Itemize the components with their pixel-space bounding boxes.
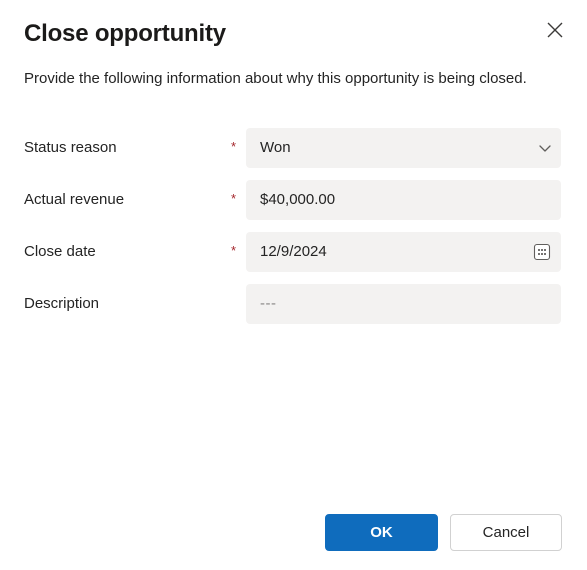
status-reason-label: Status reason	[24, 139, 117, 156]
form-row: Close date * 12/9/2024	[0, 232, 587, 272]
close-icon	[546, 21, 564, 39]
description-label: Description	[24, 295, 100, 312]
dialog-subtitle: Provide the following information about …	[24, 70, 527, 87]
form-row: Status reason * Won	[0, 128, 587, 168]
close-button[interactable]	[539, 14, 571, 46]
close-opportunity-dialog: Close opportunity Provide the following …	[0, 0, 587, 570]
calendar-icon[interactable]	[523, 232, 561, 272]
page-title: Close opportunity	[24, 20, 226, 47]
close-opportunity-form: Status reason * Won Actual revenue * $40…	[0, 128, 587, 336]
required-indicator: *	[231, 243, 237, 258]
cancel-button[interactable]: Cancel	[450, 514, 562, 551]
dialog-footer: OK Cancel	[0, 514, 587, 551]
form-row: Actual revenue * $40,000.00	[0, 180, 587, 220]
form-row: Description ---	[0, 284, 587, 324]
ok-button[interactable]: OK	[325, 514, 438, 551]
actual-revenue-value: $40,000.00	[260, 191, 336, 208]
close-date-value: 12/9/2024	[260, 243, 327, 260]
required-indicator: *	[231, 139, 237, 154]
description-value: ---	[260, 295, 277, 312]
status-reason-dropdown[interactable]: Won	[246, 128, 561, 168]
close-date-field[interactable]: 12/9/2024	[246, 232, 561, 272]
required-indicator: *	[231, 191, 237, 206]
chevron-down-icon[interactable]	[529, 128, 561, 168]
actual-revenue-label: Actual revenue	[24, 191, 125, 208]
status-reason-value: Won	[260, 139, 291, 156]
description-field[interactable]: ---	[246, 284, 561, 324]
actual-revenue-field[interactable]: $40,000.00	[246, 180, 561, 220]
close-date-label: Close date	[24, 243, 96, 260]
